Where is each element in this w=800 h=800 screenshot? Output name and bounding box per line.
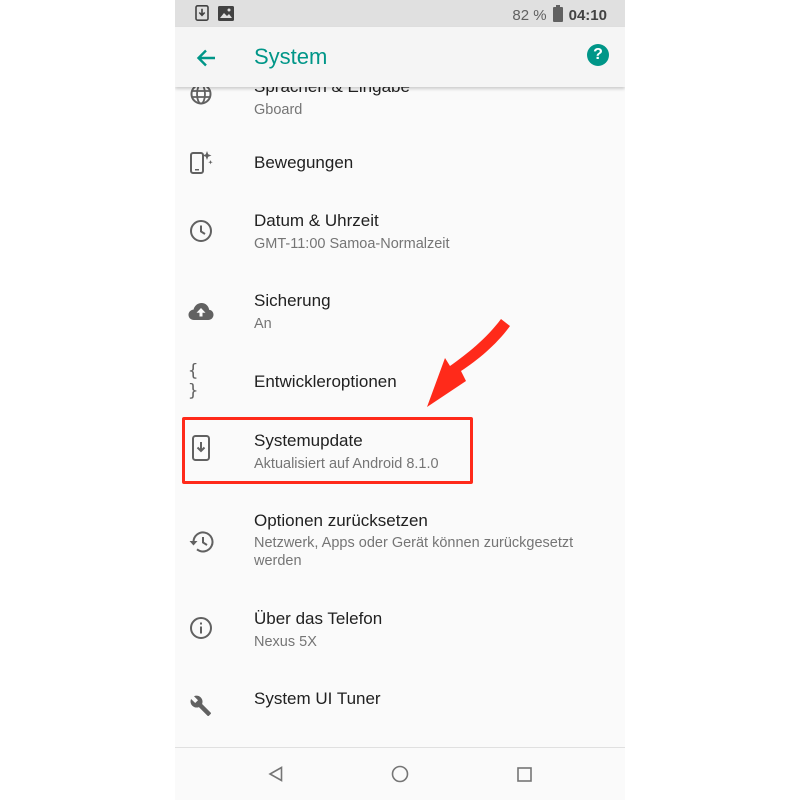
list-item-gestures[interactable]: Bewegungen: [175, 132, 625, 192]
nav-back-icon[interactable]: [266, 764, 286, 784]
item-title: Optionen zurücksetzen: [254, 511, 428, 530]
navigation-bar: [175, 747, 625, 800]
help-icon[interactable]: ?: [587, 44, 609, 66]
list-item-about-phone[interactable]: Über das Telefon Nexus 5X: [175, 592, 625, 672]
nav-home-icon[interactable]: [390, 764, 410, 784]
item-title: System UI Tuner: [254, 689, 381, 708]
item-subtitle: Netzwerk, Apps oder Gerät können zurückg…: [254, 535, 574, 569]
item-title: Sicherung: [254, 291, 331, 310]
clock-icon: [188, 218, 214, 244]
app-bar: System ?: [175, 27, 625, 87]
nav-recents-icon[interactable]: [514, 764, 534, 784]
history-icon: [188, 529, 214, 555]
battery-icon: [552, 5, 563, 26]
item-title: Über das Telefon: [254, 609, 383, 628]
gestures-icon: [188, 149, 214, 175]
list-item-languages[interactable]: Sprachen & Eingabe Gboard: [175, 87, 625, 132]
item-title: Datum & Uhrzeit: [254, 211, 379, 230]
arrow-back-icon[interactable]: [191, 43, 221, 73]
item-subtitle: GMT-11:00 Samoa-Normalzeit: [254, 236, 450, 252]
braces-icon: { }: [188, 361, 199, 401]
list-item-backup[interactable]: Sicherung An: [175, 272, 625, 352]
clock-time: 04:10: [568, 7, 607, 24]
status-bar: 82 % 04:10: [175, 0, 625, 27]
list-item-developer-options[interactable]: { } Entwickleroptionen: [175, 352, 625, 412]
wrench-icon: [188, 693, 214, 719]
cloud-upload-icon: [188, 298, 214, 324]
item-subtitle: Gboard: [254, 102, 303, 118]
list-item-reset-options[interactable]: Optionen zurücksetzen Netzwerk, Apps ode…: [175, 492, 625, 592]
item-title: Sprachen & Eingabe: [254, 87, 410, 97]
image-icon: [218, 5, 234, 26]
battery-percent: 82 %: [512, 7, 547, 24]
item-title: Bewegungen: [254, 153, 354, 172]
globe-icon: [188, 87, 214, 107]
info-icon: [188, 615, 214, 641]
page-title: System: [254, 44, 328, 69]
highlight-box: [182, 417, 473, 484]
item-subtitle: An: [254, 316, 272, 332]
download-icon: [195, 5, 209, 26]
list-item-date-time[interactable]: Datum & Uhrzeit GMT-11:00 Samoa-Normalze…: [175, 192, 625, 272]
item-subtitle: Nexus 5X: [254, 634, 317, 650]
list-item-system-ui-tuner[interactable]: System UI Tuner: [175, 672, 625, 747]
item-title: Entwickleroptionen: [254, 372, 397, 391]
phone-screen: 82 % 04:10 System ? Sprachen & Eingabe G…: [175, 0, 625, 800]
